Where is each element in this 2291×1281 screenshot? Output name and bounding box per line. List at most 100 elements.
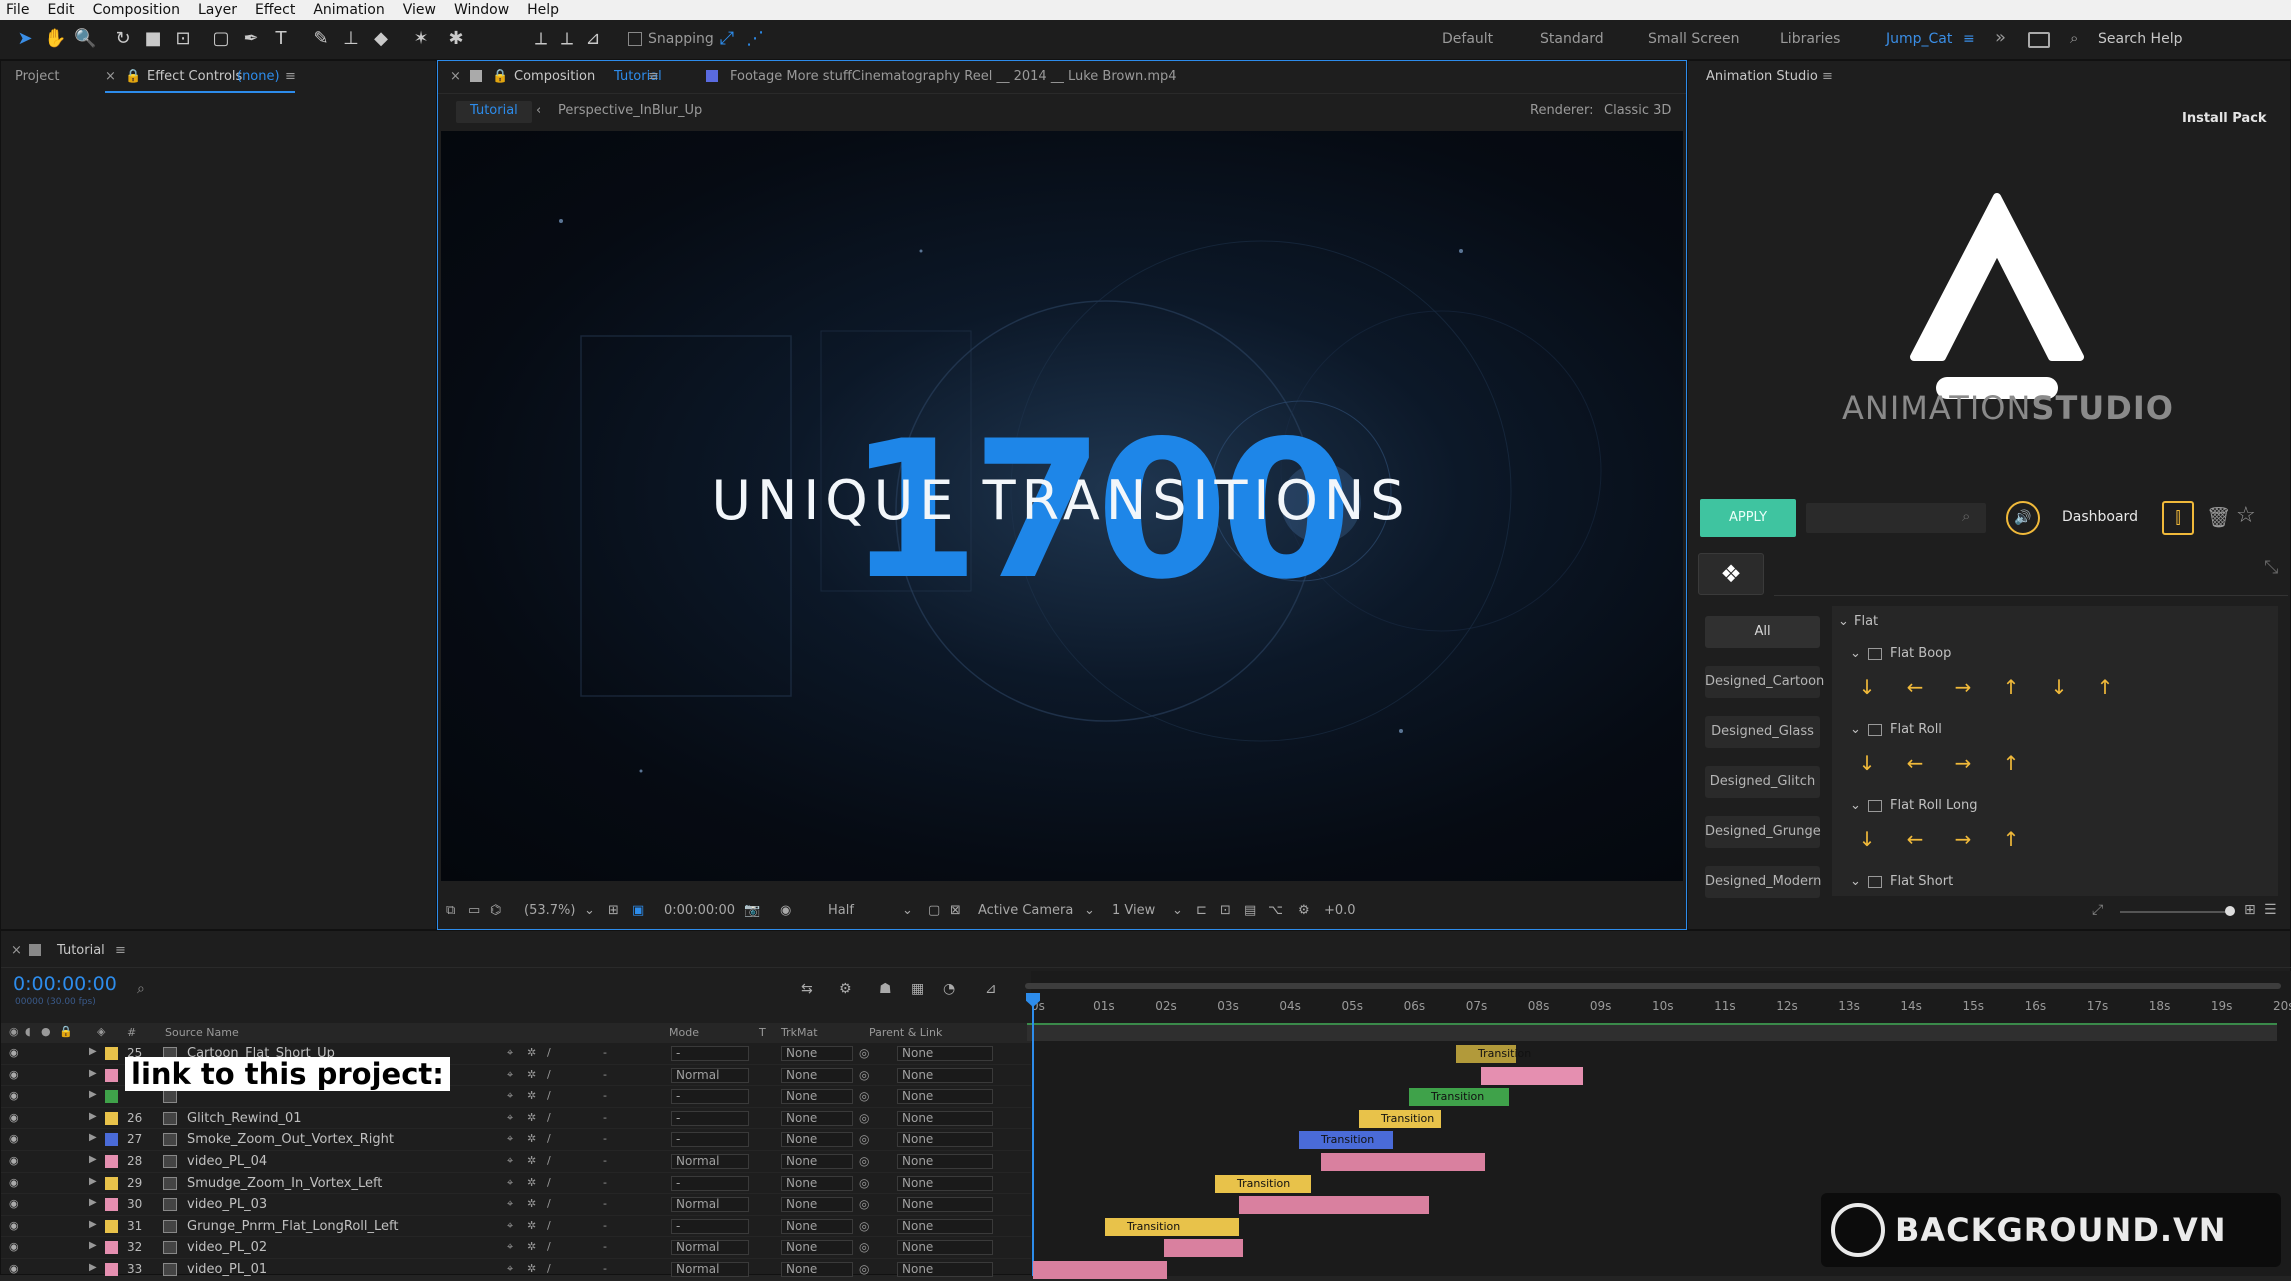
always-preview-icon[interactable]: ⧉ xyxy=(446,903,455,918)
parent-select[interactable]: None xyxy=(897,1240,993,1256)
chevron-down-icon[interactable]: ⌄ xyxy=(584,903,595,918)
preset-up-icon[interactable]: ↑ xyxy=(2088,670,2122,704)
lock-icon[interactable]: 🔒 xyxy=(492,69,508,84)
layer-name[interactable]: video_PL_02 xyxy=(187,1240,267,1255)
preset-up-icon[interactable]: ↑ xyxy=(1994,822,2028,856)
dashboard-button[interactable]: Dashboard xyxy=(2062,509,2138,525)
preset-right-icon[interactable]: → xyxy=(1946,670,1980,704)
timeline-icon[interactable]: ▤ xyxy=(1244,903,1256,918)
close-icon[interactable]: × xyxy=(105,69,116,84)
lock-icon[interactable]: 🔒 xyxy=(125,69,141,84)
preset-left-icon[interactable]: ← xyxy=(1898,670,1932,704)
trash-icon[interactable]: 🗑 xyxy=(2206,505,2231,529)
quality-switch-icon[interactable]: / xyxy=(547,1046,551,1059)
zoom-slider-track[interactable] xyxy=(2120,911,2232,913)
zoom-slider-handle[interactable] xyxy=(2225,906,2235,916)
menu-composition[interactable]: Composition xyxy=(93,2,180,18)
expand-arrow-icon[interactable]: ▶ xyxy=(89,1154,97,1165)
comp-flowchart-icon[interactable]: ⇆ xyxy=(801,981,813,997)
work-area-range[interactable] xyxy=(1027,1023,2277,1041)
quality-switch-icon[interactable]: / xyxy=(547,1111,551,1124)
layer-row[interactable]: ◉ ▶ 28 video_PL_04 ⌖ ✲ / - ◎ Normal None None xyxy=(1,1151,1031,1173)
puppet-tool-icon[interactable]: ✱ xyxy=(445,28,467,50)
shy-switch-icon[interactable]: ⌖ xyxy=(507,1046,513,1060)
roto-brush-tool-icon[interactable]: ✶ xyxy=(410,28,432,50)
video-clip[interactable] xyxy=(1321,1153,1485,1171)
category-designed-glass[interactable]: Designed_Glass xyxy=(1705,716,1820,748)
layer-name[interactable]: Grunge_Pnrm_Flat_LongRoll_Left xyxy=(187,1219,398,1234)
layer-row[interactable]: ◉ ▶ 31 Grunge_Pnrm_Flat_LongRoll_Left ⌖ ✲ / - ◎ -… xyxy=(1,1216,1031,1238)
mask-icon[interactable]: ▣ xyxy=(632,903,644,918)
parent-link-header[interactable]: Parent & Link xyxy=(869,1026,942,1039)
effect-controls-target[interactable]: (none) xyxy=(237,69,280,84)
close-icon[interactable]: × xyxy=(11,943,22,958)
video-clip[interactable] xyxy=(1239,1196,1429,1215)
camera-tool-icon[interactable]: ■ xyxy=(142,28,164,50)
tab-project[interactable]: Project xyxy=(15,69,59,84)
grid-icon[interactable]: ⊞ xyxy=(608,903,619,918)
track-matte-select[interactable]: None xyxy=(781,1110,853,1126)
panel-menu-icon[interactable]: ≡ xyxy=(648,69,659,84)
transition-clip[interactable]: Transition xyxy=(1456,1045,1531,1063)
collapse-switch-icon[interactable]: ✲ xyxy=(527,1132,536,1145)
flowchart-icon[interactable]: ⌥ xyxy=(1268,903,1283,918)
layer-label-color[interactable] xyxy=(105,1133,118,1147)
transition-clip[interactable]: Transition xyxy=(1105,1217,1239,1236)
video-clip[interactable] xyxy=(1481,1066,1583,1085)
shy-switch-icon[interactable]: ⌖ xyxy=(507,1240,513,1254)
blend-mode-select[interactable]: - xyxy=(671,1046,749,1061)
rotate-tool-icon[interactable]: ↻ xyxy=(112,28,134,50)
track-matte-select[interactable]: None xyxy=(781,1067,853,1083)
blend-mode-select[interactable]: Normal xyxy=(671,1240,749,1256)
panel-menu-icon[interactable]: ≡ xyxy=(1822,69,1833,84)
shy-switch-icon[interactable]: ⌖ xyxy=(507,1068,513,1082)
menu-animation[interactable]: Animation xyxy=(313,2,384,18)
layer-label-color[interactable] xyxy=(105,1047,118,1060)
preset-up-icon[interactable]: ↑ xyxy=(1994,746,2028,780)
category-designed-cartoon[interactable]: Designed_Cartoon xyxy=(1705,666,1824,698)
layer-label-color[interactable] xyxy=(105,1068,118,1082)
panel-menu-icon[interactable]: ≡ xyxy=(115,943,126,958)
snap-features-icon[interactable]: ⋰ xyxy=(744,28,766,50)
track-matte-select[interactable]: None xyxy=(781,1175,853,1191)
eye-icon[interactable]: ◉ xyxy=(9,1025,19,1038)
pickwhip-icon[interactable]: ◎ xyxy=(859,1154,869,1168)
effects-switch-icon[interactable]: - xyxy=(603,1046,607,1059)
transition-clip[interactable]: Transition xyxy=(1299,1131,1393,1150)
track-matte-select[interactable]: None xyxy=(781,1197,853,1213)
tab-timeline-tutorial[interactable]: Tutorial xyxy=(57,943,105,958)
label-icon[interactable]: ◈ xyxy=(97,1025,105,1038)
parent-select[interactable]: None xyxy=(897,1197,993,1213)
layer-label-color[interactable] xyxy=(105,1263,118,1276)
blend-mode-select[interactable]: Normal xyxy=(671,1154,749,1169)
monitor-icon[interactable]: ▭ xyxy=(468,903,480,918)
layer-label-color[interactable] xyxy=(105,1155,118,1168)
layer-visibility-eye-icon[interactable]: ◉ xyxy=(9,1262,19,1275)
resize-icon[interactable]: ⤢ xyxy=(2092,902,2103,918)
expand-arrow-icon[interactable]: ▶ xyxy=(89,1176,97,1187)
track-matte-select[interactable]: None xyxy=(781,1218,853,1234)
layer-name[interactable]: Smoke_Zoom_Out_Vortex_Right xyxy=(187,1132,394,1147)
layer-row[interactable]: ◉ ▶ 30 video_PL_03 ⌖ ✲ / - ◎ Normal None None xyxy=(1,1194,1031,1216)
effects-switch-icon[interactable]: - xyxy=(603,1154,607,1167)
effects-switch-icon[interactable]: - xyxy=(603,1262,607,1275)
viewer[interactable]: 1700 UNIQUE TRANSITIONS xyxy=(441,131,1683,881)
layer-name[interactable]: video_PL_03 xyxy=(187,1197,267,1212)
quality-switch-icon[interactable]: / xyxy=(547,1176,551,1189)
preset-up-icon[interactable]: ↑ xyxy=(1994,670,2028,704)
layer-row[interactable]: ◉ ▶ 33 video_PL_01 ⌖ ✲ / - ◎ Normal None None xyxy=(1,1259,1031,1281)
parent-select[interactable]: None xyxy=(897,1132,993,1148)
solo-icon[interactable]: ● xyxy=(41,1025,51,1038)
collapse-icon[interactable]: ⤡ xyxy=(2264,557,2278,578)
track-matte-select[interactable]: None xyxy=(781,1154,853,1169)
trkmat-header[interactable]: TrkMat xyxy=(781,1026,818,1039)
sound-icon[interactable]: 🔊 xyxy=(2006,501,2040,535)
parent-select[interactable]: None xyxy=(897,1175,993,1191)
menu-view[interactable]: View xyxy=(403,2,436,18)
transition-clip[interactable]: Transition xyxy=(1359,1109,1441,1128)
pickwhip-icon[interactable]: ◎ xyxy=(859,1089,869,1103)
source-name-header[interactable]: Source Name xyxy=(165,1026,239,1039)
tab-animation-studio[interactable]: Animation Studio xyxy=(1706,69,1818,84)
type-tool-icon[interactable]: T xyxy=(270,28,292,50)
expand-arrow-icon[interactable]: ▶ xyxy=(89,1068,97,1079)
